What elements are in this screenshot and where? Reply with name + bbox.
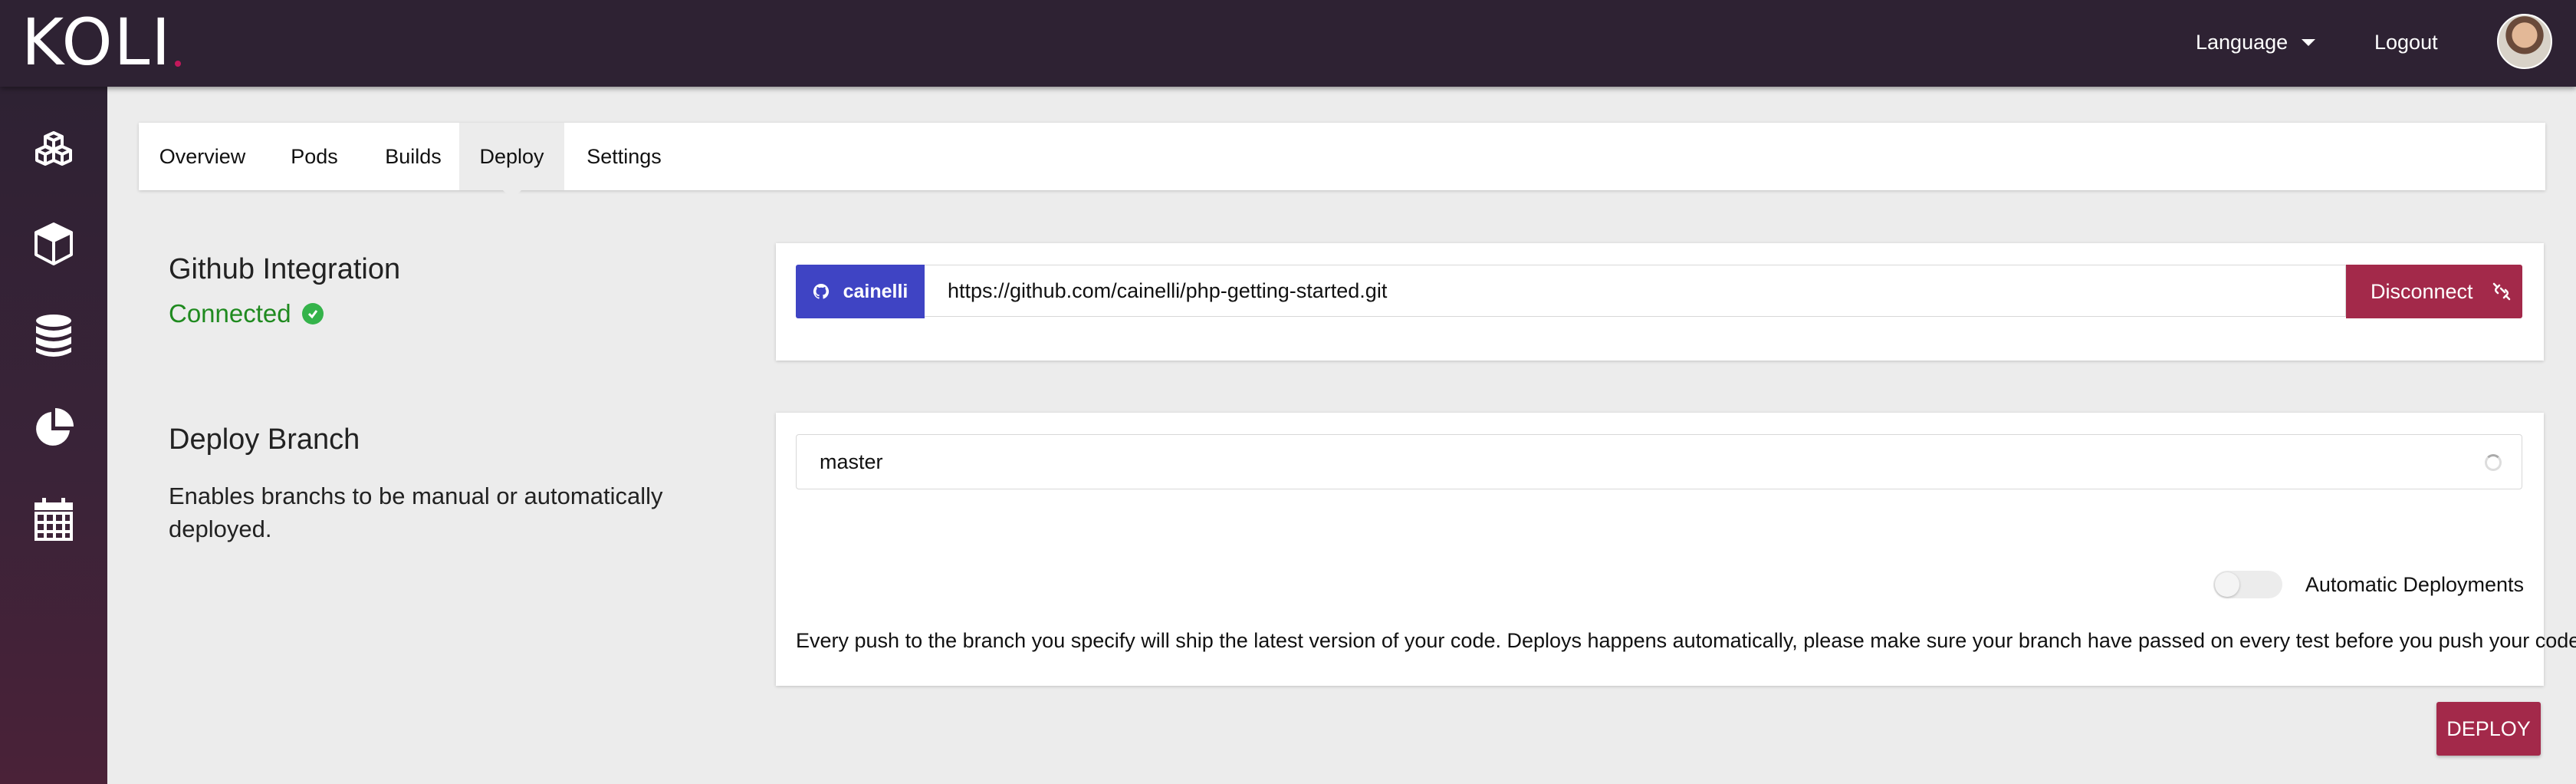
tab-pods[interactable]: Pods [266,123,363,190]
database-icon[interactable] [27,309,80,363]
tab-builds[interactable]: Builds [363,123,464,190]
pie-chart-icon[interactable] [27,401,80,455]
auto-deploy-toggle[interactable] [2213,571,2282,598]
logo-dot [175,61,182,67]
deploy-branch-description: Enables branchs to be manual or automati… [169,483,663,542]
auto-deploy-row: Automatic Deployments [2213,571,2524,598]
caret-down-icon [2302,38,2316,46]
github-integration-title: Github Integration [169,253,401,285]
tab-settings[interactable]: Settings [564,123,684,190]
github-username: cainelli [843,280,909,302]
branch-input[interactable]: master [796,434,2522,489]
loading-spinner-icon [2485,454,2502,471]
user-avatar[interactable] [2497,14,2552,69]
language-label: Language [2196,30,2288,54]
disconnect-label: Disconnect [2371,279,2473,303]
cube-icon[interactable] [27,217,80,271]
deploy-help-text: Every push to the branch you specify wil… [796,629,2576,652]
calendar-icon[interactable] [27,493,80,547]
connection-status: Connected [169,299,324,328]
deploy-branch-card: master Automatic Deployments Every push … [776,413,2576,686]
koli-logo[interactable]: KOLI [21,5,182,80]
logout-link[interactable]: Logout [2374,0,2438,84]
branch-value: master [820,450,883,473]
deploy-branch-title: Deploy Branch [169,423,360,456]
connection-status-label: Connected [169,299,291,328]
auto-deploy-label: Automatic Deployments [2305,572,2524,596]
tab-overview[interactable]: Overview [139,123,266,190]
sidebar [0,87,107,784]
tab-deploy[interactable]: Deploy [459,123,564,199]
deploy-button[interactable]: DEPLOY [2436,702,2541,756]
check-circle-icon [301,303,324,324]
logo-text: KOLI [21,5,172,80]
repo-url-field[interactable]: https://github.com/cainelli/php-getting-… [925,265,2346,317]
cubes-icon[interactable] [27,125,80,179]
github-user-badge[interactable]: cainelli [796,265,925,318]
github-icon [813,283,829,299]
language-dropdown[interactable]: Language [2196,0,2316,84]
unlink-icon [2492,282,2511,301]
app-tabs: Overview Pods Builds Deploy Settings [139,123,2545,199]
github-card: cainelli https://github.com/cainelli/php… [776,243,2544,361]
toggle-knob [2214,572,2239,597]
disconnect-button[interactable]: Disconnect [2346,265,2522,318]
top-navbar: KOLI Language Logout [0,0,2576,87]
